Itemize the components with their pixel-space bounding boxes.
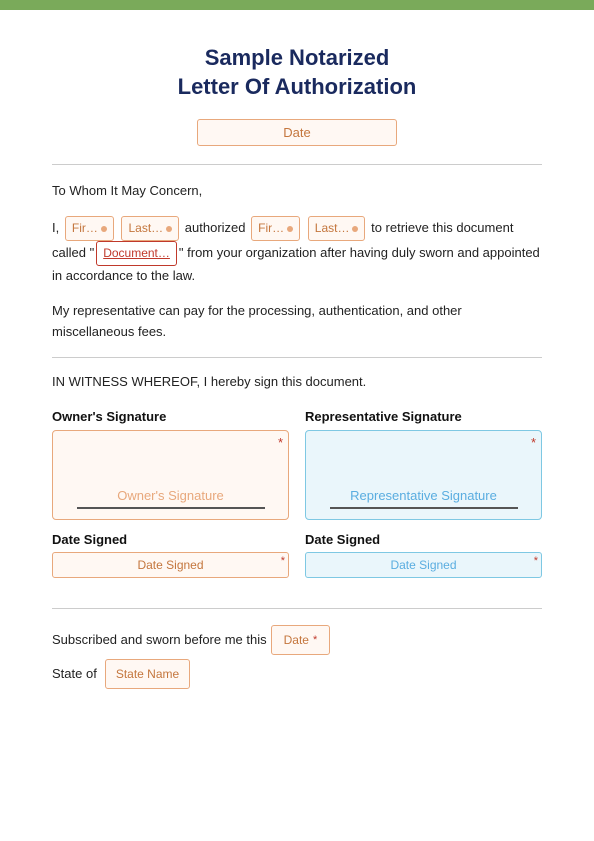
state-name-field[interactable]: State Name	[105, 659, 190, 689]
rep-first-field[interactable]: Fir…	[251, 216, 300, 241]
subscribed-text: Subscribed and sworn before me this	[52, 627, 267, 653]
paragraph-1: I, Fir… Last… authorized Fir… Last… to r…	[52, 216, 542, 287]
owner-first-field[interactable]: Fir…	[65, 216, 114, 241]
para1-pre: I,	[52, 220, 59, 235]
top-bar	[0, 0, 594, 10]
subscribed-section: Subscribed and sworn before me this Date…	[52, 625, 542, 689]
subscribed-date-field[interactable]: Date *	[271, 625, 331, 655]
owner-sig-placeholder: Owner's Signature	[117, 488, 224, 503]
owner-sig-box[interactable]: * Owner's Signature	[52, 430, 289, 520]
rep-sig-line	[330, 507, 518, 509]
rep-date-signed-label: Date Signed	[305, 532, 542, 547]
owner-last-field[interactable]: Last…	[121, 216, 179, 241]
salutation: To Whom It May Concern,	[52, 181, 542, 202]
rep-date-signed-field[interactable]: Date Signed	[305, 552, 542, 578]
rep-sig-asterisk: *	[531, 435, 536, 450]
divider-2	[52, 357, 542, 358]
owner-date-signed-field[interactable]: Date Signed	[52, 552, 289, 578]
title-line1: Sample Notarized	[205, 45, 390, 70]
title-line2: Letter Of Authorization	[178, 74, 417, 99]
owner-sig-label: Owner's Signature	[52, 409, 289, 424]
rep-sig-block: Representative Signature * Representativ…	[305, 409, 542, 520]
document-field[interactable]: Document…	[96, 241, 177, 266]
date-field[interactable]: Date	[197, 119, 397, 146]
owner-sig-block: Owner's Signature * Owner's Signature	[52, 409, 289, 520]
page-title: Sample Notarized Letter Of Authorization	[52, 44, 542, 101]
owner-sig-line	[77, 507, 265, 509]
subscribed-line: Subscribed and sworn before me this Date…	[52, 625, 542, 655]
state-text: State of	[52, 661, 97, 687]
owner-sig-asterisk: *	[278, 435, 283, 450]
divider-3	[52, 608, 542, 609]
rep-sig-box[interactable]: * Representative Signature	[305, 430, 542, 520]
signatures-section: Owner's Signature * Owner's Signature Re…	[52, 409, 542, 520]
divider-1	[52, 164, 542, 165]
paragraph-2: My representative can pay for the proces…	[52, 301, 542, 343]
date-signed-section: Date Signed Date Signed * Date Signed Da…	[52, 532, 542, 578]
owner-date-signed-label: Date Signed	[52, 532, 289, 547]
rep-last-field[interactable]: Last…	[308, 216, 366, 241]
rep-sig-label: Representative Signature	[305, 409, 542, 424]
rep-date-signed-asterisk: *	[534, 555, 538, 567]
owner-date-signed-block: Date Signed Date Signed *	[52, 532, 289, 578]
rep-sig-placeholder: Representative Signature	[350, 488, 497, 503]
subscribed-date-asterisk: *	[313, 629, 317, 651]
state-line: State of State Name	[52, 659, 542, 689]
witness-text: IN WITNESS WHEREOF, I hereby sign this d…	[52, 374, 542, 389]
owner-date-signed-asterisk: *	[281, 555, 285, 567]
rep-date-signed-block: Date Signed Date Signed *	[305, 532, 542, 578]
